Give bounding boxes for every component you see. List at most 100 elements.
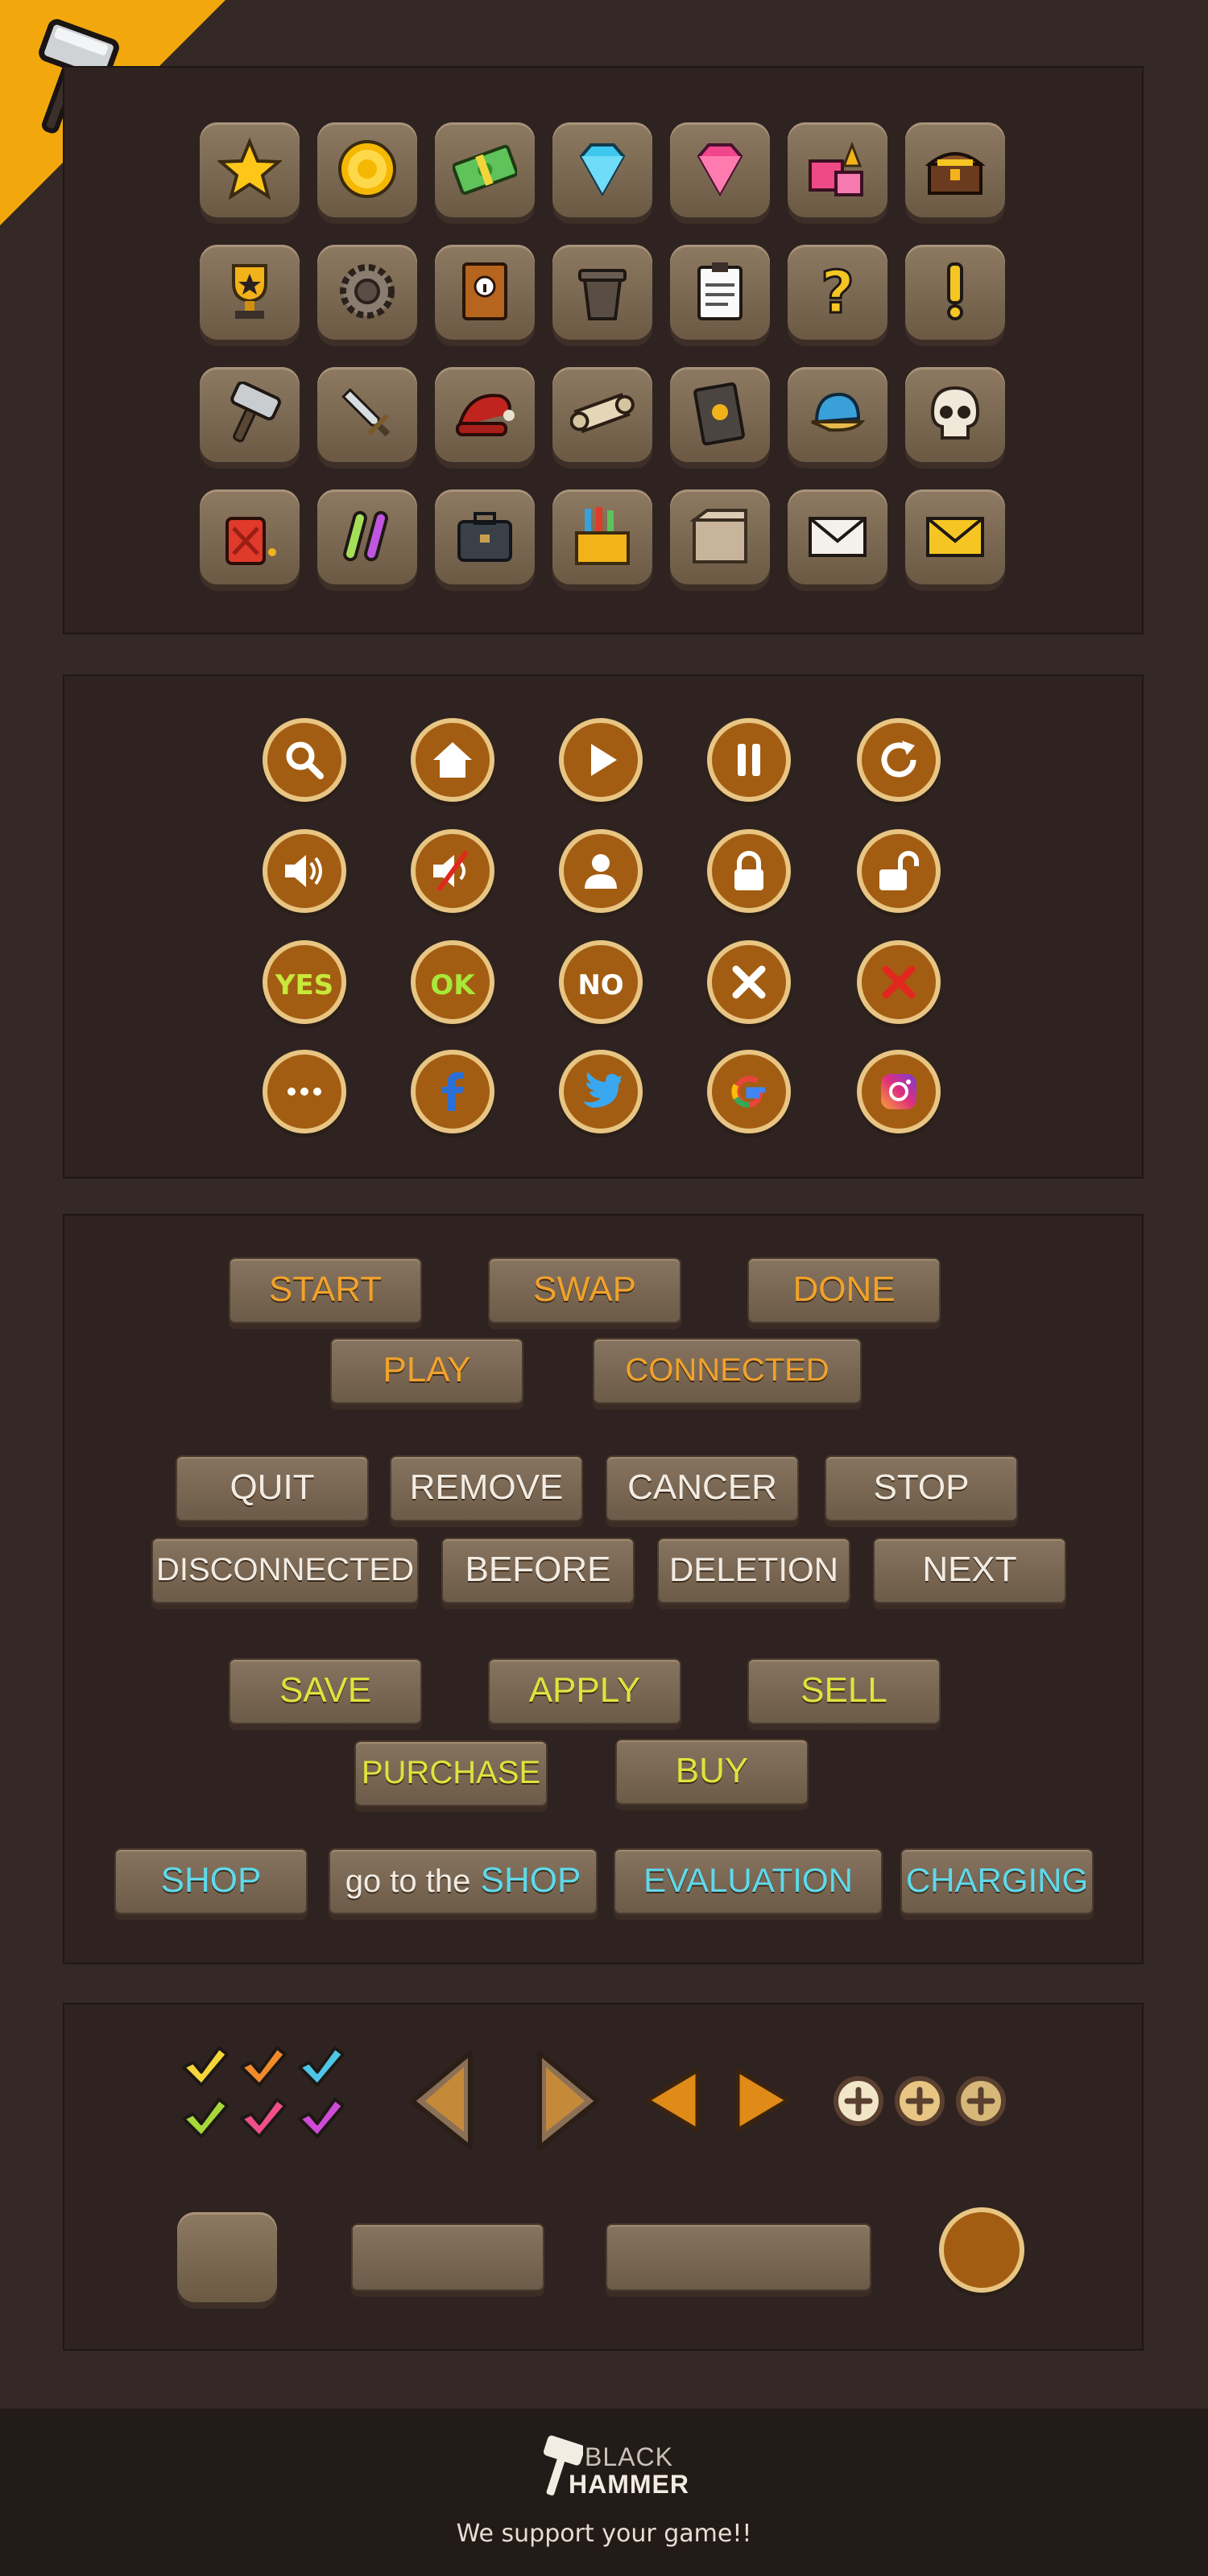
google-icon [731, 1075, 765, 1108]
tile-briefcase[interactable] [435, 489, 535, 584]
tile-exclamation[interactable] [905, 245, 1005, 340]
tile-scroll[interactable] [552, 367, 652, 462]
twitter-button[interactable] [559, 1050, 643, 1133]
tile-pencil-box[interactable] [552, 489, 652, 584]
save-button[interactable]: SAVE [229, 1658, 422, 1724]
tile-treasure-chest[interactable] [905, 122, 1005, 217]
yes-button[interactable]: YES [263, 940, 346, 1024]
shop-button[interactable]: SHOP [114, 1848, 308, 1914]
refresh-button[interactable] [857, 718, 941, 802]
start-button[interactable]: START [229, 1257, 422, 1323]
refresh-icon [881, 741, 916, 778]
package-icon [689, 509, 747, 564]
facebook-button[interactable] [411, 1050, 494, 1133]
no-button[interactable]: NO [559, 940, 643, 1024]
sound-on-button[interactable] [263, 829, 346, 913]
tile-potion-tubes[interactable] [317, 489, 417, 584]
spell-book-icon [693, 382, 745, 446]
svg-text:?: ? [821, 259, 854, 324]
evaluation-button[interactable]: EVALUATION [614, 1848, 883, 1914]
twitter-icon [583, 1072, 622, 1108]
goto-shop-button[interactable]: go to the SHOP [329, 1848, 598, 1914]
tile-spell-book[interactable] [670, 367, 770, 462]
tile-trophy[interactable] [200, 245, 300, 340]
close-red-button[interactable] [857, 940, 941, 1024]
tile-question[interactable]: ? [788, 245, 887, 340]
tile-mail-white[interactable] [788, 489, 887, 584]
done-button[interactable]: DONE [747, 1257, 941, 1323]
tile-sword[interactable] [317, 367, 417, 462]
cancer-button[interactable]: CANCER [606, 1455, 799, 1521]
cash-icon [453, 144, 517, 195]
icon-tiles-panel: ? [63, 66, 1144, 634]
tile-gift-boxes[interactable] [788, 122, 887, 217]
before-button[interactable]: BEFORE [441, 1538, 635, 1604]
search-button[interactable] [263, 718, 346, 802]
arrow-left-wood-icon[interactable] [404, 2048, 482, 2153]
instagram-button[interactable] [857, 1050, 941, 1133]
tile-fuel-can[interactable] [200, 489, 300, 584]
tile-coin[interactable] [317, 122, 417, 217]
tile-hammer[interactable] [200, 367, 300, 462]
arrow-right-orange-icon[interactable] [730, 2064, 794, 2136]
blank-button-wide[interactable] [606, 2223, 871, 2291]
tile-cash[interactable] [435, 122, 535, 217]
connected-button[interactable]: CONNECTED [593, 1338, 862, 1404]
facebook-icon [442, 1072, 464, 1111]
pause-button[interactable] [707, 718, 791, 802]
tile-santa-hat[interactable] [435, 367, 535, 462]
tile-clipboard[interactable] [670, 245, 770, 340]
blank-square-tile[interactable] [177, 2212, 277, 2302]
next-button[interactable]: NEXT [873, 1538, 1066, 1604]
charging-button[interactable]: CHARGING [900, 1848, 1094, 1914]
ok-button[interactable]: OK [411, 940, 494, 1024]
potion-tubes-icon [343, 510, 388, 562]
tile-gear[interactable] [317, 245, 417, 340]
deletion-button[interactable]: DELETION [657, 1538, 850, 1604]
disconnected-button[interactable]: DISCONNECTED [151, 1538, 419, 1604]
purchase-button[interactable]: PURCHASE [354, 1740, 548, 1806]
remove-button[interactable]: REMOVE [390, 1455, 583, 1521]
buy-button[interactable]: BUY [615, 1739, 809, 1805]
google-button[interactable] [707, 1050, 791, 1133]
plus-icon [834, 2076, 1006, 2126]
tile-blue-diamond[interactable] [552, 122, 652, 217]
tile-package[interactable] [670, 489, 770, 584]
tile-skull[interactable] [905, 367, 1005, 462]
lock-button[interactable] [707, 829, 791, 913]
arrow-right-wood-icon[interactable] [528, 2048, 606, 2153]
tile-trash-can[interactable] [552, 245, 652, 340]
tile-info-book[interactable] [435, 245, 535, 340]
blank-button-medium[interactable] [351, 2223, 544, 2291]
quit-button[interactable]: QUIT [176, 1455, 369, 1521]
close-white-icon [732, 965, 766, 999]
tile-cap[interactable] [788, 367, 887, 462]
tile-star[interactable] [200, 122, 300, 217]
home-button[interactable] [411, 718, 494, 802]
apply-button[interactable]: APPLY [488, 1658, 681, 1724]
check-icon [182, 2046, 345, 2138]
stop-button[interactable]: STOP [825, 1455, 1018, 1521]
swap-button[interactable]: SWAP [488, 1257, 681, 1323]
sword-icon [341, 388, 391, 437]
clipboard-icon [697, 262, 743, 320]
sell-button[interactable]: SELL [747, 1658, 941, 1724]
user-button[interactable] [559, 829, 643, 913]
play-button[interactable] [559, 718, 643, 802]
more-button[interactable] [263, 1050, 346, 1133]
pink-diamond-icon [697, 143, 743, 197]
plus-buttons-group[interactable] [829, 2074, 1023, 2130]
play-text-button[interactable]: PLAY [330, 1338, 523, 1404]
arrow-left-orange-icon[interactable] [641, 2064, 705, 2136]
yes-label: YES [275, 969, 334, 1001]
blank-circle-button[interactable] [939, 2207, 1024, 2293]
close-white-button[interactable] [707, 940, 791, 1024]
tile-mail-yellow[interactable] [905, 489, 1005, 584]
star-icon [217, 137, 282, 200]
tile-pink-diamond[interactable] [670, 122, 770, 217]
unlock-button[interactable] [857, 829, 941, 913]
sound-off-button[interactable] [411, 829, 494, 913]
circle-buttons-panel: YES OK NO [63, 675, 1144, 1179]
unlock-icon [879, 851, 919, 890]
coin-icon [338, 140, 396, 198]
